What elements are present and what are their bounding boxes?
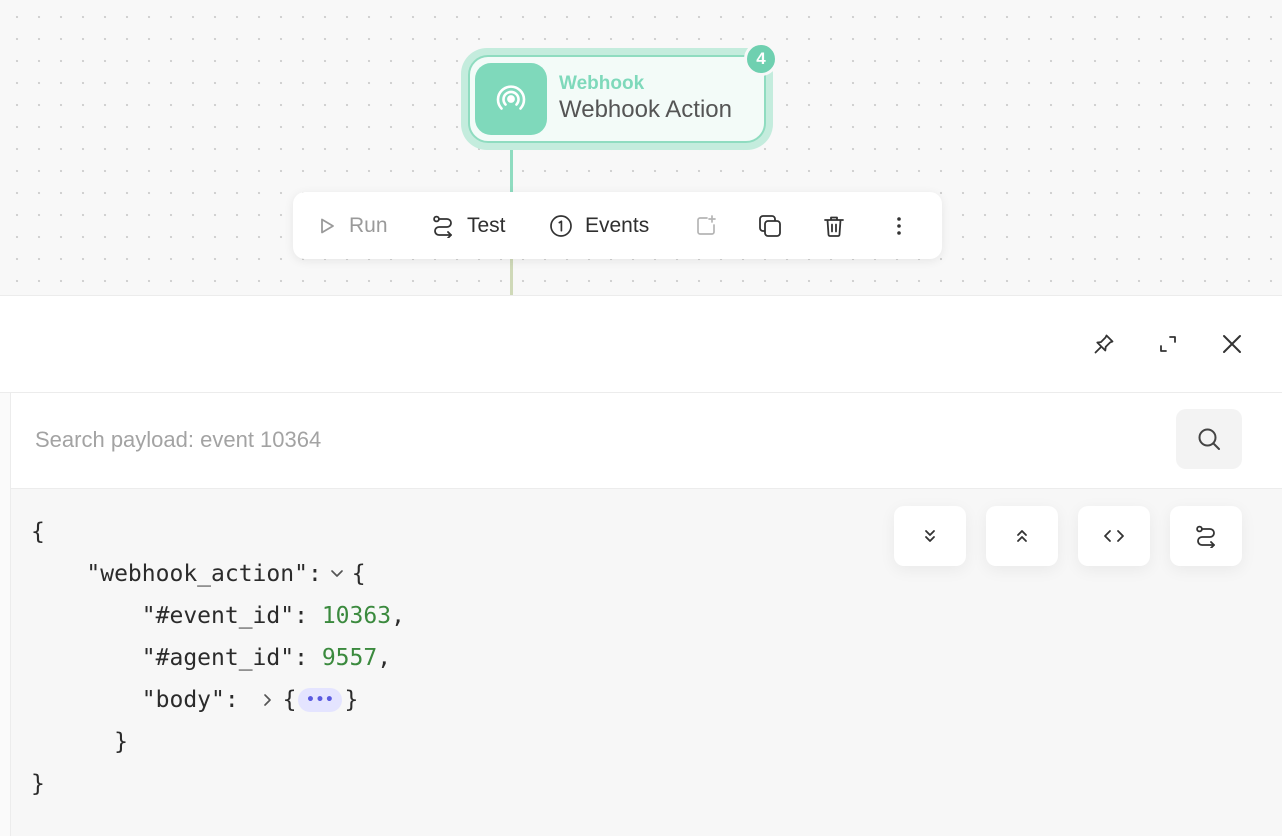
chevrons-up-icon: [1017, 530, 1027, 542]
json-number: 9557: [321, 645, 378, 671]
copy-icon: [759, 214, 781, 237]
node-connector-lower: [510, 258, 513, 295]
event-count-badge: 4: [744, 42, 778, 76]
webhook-node-card[interactable]: Webhook Webhook Action: [468, 55, 766, 143]
chevrons-down-icon: [925, 530, 935, 542]
add-note-icon: [697, 214, 716, 235]
run-label: Run: [349, 213, 388, 237]
collapse-toggle[interactable]: [322, 568, 352, 580]
close-icon: [1223, 335, 1241, 353]
route-icon: [1196, 525, 1215, 548]
play-icon: [321, 218, 334, 233]
node-title: Webhook Action: [559, 96, 733, 123]
route-icon: [433, 215, 452, 238]
json-key: "#event_id":: [141, 603, 308, 629]
json-line: }: [114, 729, 128, 755]
test-label: Test: [467, 213, 506, 237]
events-count-icon: [550, 214, 572, 237]
events-label: Events: [585, 213, 650, 237]
search-button[interactable]: [1176, 409, 1242, 469]
delete-button[interactable]: [822, 192, 846, 259]
more-vertical-icon: [897, 216, 901, 235]
test-button[interactable]: Test: [431, 192, 506, 259]
chevron-right-icon: [263, 694, 271, 706]
expand-toggle[interactable]: [253, 692, 283, 708]
panel-left-rail: [0, 393, 11, 836]
json-line: }: [31, 771, 45, 797]
collapsed-object-badge[interactable]: •••: [298, 688, 343, 712]
json-line: "body": { ••• }: [31, 679, 405, 721]
pin-button[interactable]: [1086, 326, 1122, 362]
expand-all-button[interactable]: [894, 506, 966, 566]
code-icon: [1104, 530, 1124, 542]
node-type-label: Webhook: [559, 73, 645, 94]
expand-icon: [1160, 336, 1176, 352]
search-payload-input[interactable]: [35, 415, 1155, 465]
json-key: "webhook_action":: [86, 561, 322, 587]
search-bar: [11, 393, 1282, 489]
add-note-button[interactable]: [694, 192, 718, 259]
json-code: { "webhook_action": { "#event_id": 10363…: [31, 511, 405, 805]
json-line: "#agent_id": 9557,: [31, 637, 405, 679]
broadcast-icon: [475, 63, 547, 135]
json-number: 10363: [321, 603, 392, 629]
run-button[interactable]: Run: [317, 192, 388, 259]
node-toolbar: Run Test Events: [293, 192, 942, 259]
workflow-canvas[interactable]: Webhook Webhook Action 4 Run Test Events: [0, 0, 1282, 296]
json-line: "#event_id": 10363,: [31, 595, 405, 637]
json-line: {: [31, 519, 45, 545]
json-key: "#agent_id":: [141, 645, 308, 671]
path-view-button[interactable]: [1170, 506, 1242, 566]
panel-header: [0, 296, 1282, 393]
json-line: "webhook_action": {: [31, 553, 405, 595]
collapse-all-button[interactable]: [986, 506, 1058, 566]
duplicate-button[interactable]: [757, 192, 783, 259]
trash-icon: [824, 216, 844, 237]
close-button[interactable]: [1214, 326, 1250, 362]
view-code-button[interactable]: [1078, 506, 1150, 566]
search-icon: [1198, 428, 1220, 450]
chevron-down-icon: [330, 570, 343, 577]
json-key: "body":: [141, 687, 239, 713]
webhook-node[interactable]: Webhook Webhook Action: [461, 48, 773, 150]
json-viewer[interactable]: { "webhook_action": { "#event_id": 10363…: [11, 489, 1282, 836]
event-payload-panel: { "webhook_action": { "#event_id": 10363…: [0, 296, 1282, 836]
events-button[interactable]: Events: [549, 192, 649, 259]
pin-icon: [1094, 334, 1114, 354]
expand-button[interactable]: [1150, 326, 1186, 362]
more-options-button[interactable]: [891, 192, 907, 259]
